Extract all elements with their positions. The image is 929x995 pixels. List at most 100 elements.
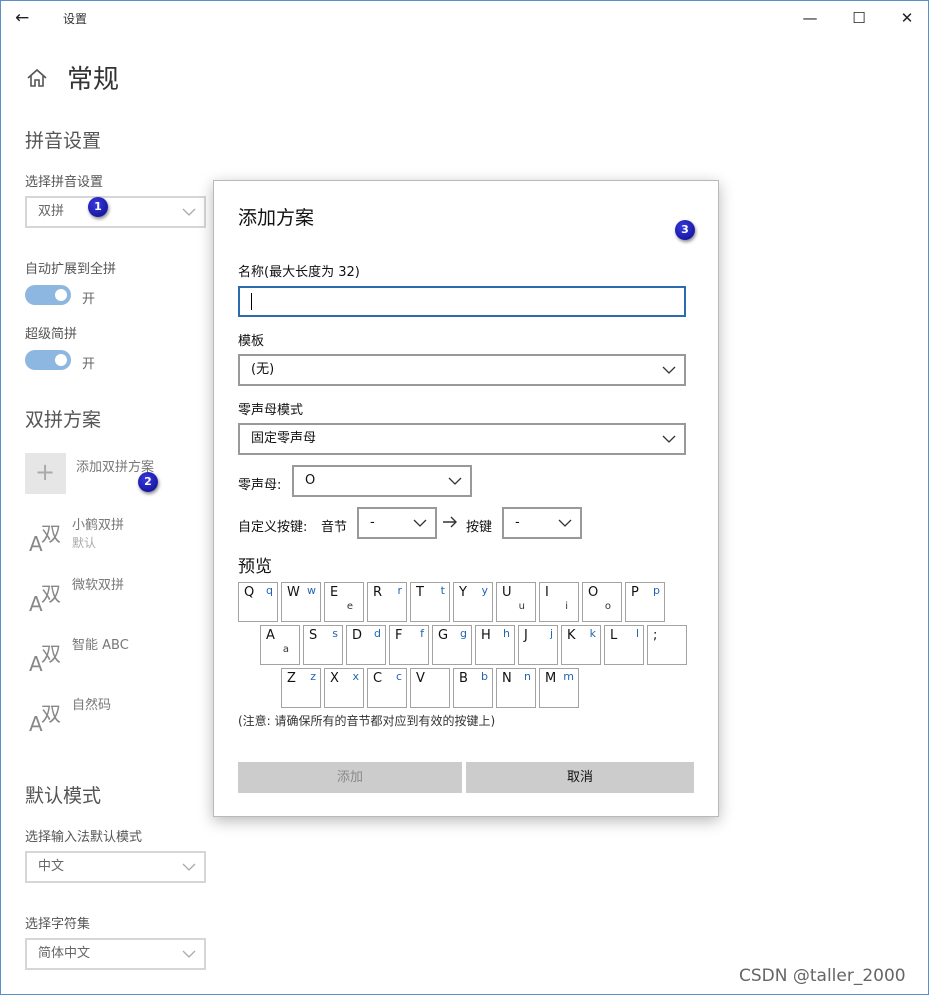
pinyin-settings-heading: 拼音设置 — [25, 130, 102, 152]
key-cap: Kk — [561, 625, 601, 665]
chevron-down-icon — [448, 477, 462, 485]
key-letter: F — [395, 628, 403, 643]
chevron-down-icon — [182, 863, 196, 871]
auto-expand-toggle[interactable] — [25, 285, 71, 305]
charset-value: 简体中文 — [38, 946, 91, 961]
home-icon[interactable] — [25, 66, 49, 90]
charset-select[interactable]: 简体中文 — [25, 938, 206, 970]
scheme-item-abc[interactable]: A 双 智能 ABC — [25, 634, 205, 684]
key-letter: G — [438, 628, 449, 643]
scheme-name-input[interactable] — [238, 286, 686, 317]
chevron-down-icon — [558, 519, 572, 527]
plus-icon: + — [35, 458, 56, 486]
scheme-name: 小鹤双拼 — [72, 518, 125, 533]
minimize-button[interactable]: — — [795, 6, 825, 30]
step-badge-1: 1 — [88, 197, 108, 217]
template-value: (无) — [251, 362, 275, 377]
key-letter: R — [373, 585, 383, 600]
scheme-name: 微软双拼 — [72, 578, 125, 593]
settings-window: ← 设置 — ☐ ✕ 常规 拼音设置 选择拼音设置 双拼 1 自动扩展到全拼 开… — [0, 0, 929, 995]
scheme-default-tag: 默认 — [72, 536, 97, 550]
watermark: CSDN @taller_2000 — [739, 966, 906, 986]
scheme-name: 自然码 — [72, 698, 112, 713]
key-mapping: g — [460, 627, 467, 640]
key-label: 按键 — [466, 520, 493, 535]
default-mode-select[interactable]: 中文 — [25, 851, 206, 883]
font-icon-char: 双 — [41, 702, 61, 726]
key-mapping: y — [481, 584, 488, 597]
page-title-row: 常规 — [25, 59, 119, 96]
key-vowel: o — [604, 601, 611, 612]
add-scheme-label[interactable]: 添加双拼方案 — [76, 456, 154, 475]
key-mapping: s — [332, 627, 338, 640]
super-abbr-toggle[interactable] — [25, 350, 71, 370]
key-letter: W — [287, 585, 300, 600]
key-cap: Ll — [604, 625, 644, 665]
key-mapping: c — [395, 670, 402, 683]
toggle-knob — [55, 354, 67, 366]
font-icon: A 双 — [29, 578, 63, 616]
maximize-button[interactable]: ☐ — [844, 6, 874, 30]
scheme-item-microsoft[interactable]: A 双 微软双拼 — [25, 574, 205, 624]
zero-mode-select[interactable]: 固定零声母 — [238, 423, 686, 455]
chevron-down-icon — [182, 208, 196, 216]
key-cap: Rr — [367, 582, 407, 622]
auto-expand-state: 开 — [82, 292, 96, 307]
name-label: 名称(最大长度为 32) — [238, 265, 360, 280]
key-letter: V — [416, 671, 425, 686]
key-cap: Pp — [625, 582, 665, 622]
key-letter: Q — [244, 585, 255, 600]
template-select[interactable]: (无) — [238, 354, 686, 386]
key-mapping: w — [307, 584, 316, 597]
auto-expand-label: 自动扩展到全拼 — [25, 262, 117, 277]
key-cap: ; — [647, 625, 687, 665]
key-vowel: e — [346, 601, 353, 612]
font-icon-char: 双 — [41, 582, 61, 606]
pinyin-mode-select[interactable]: 双拼 — [25, 196, 206, 228]
key-letter: X — [330, 671, 339, 686]
key-cap: Zz — [281, 668, 321, 708]
pinyin-mode-value: 双拼 — [38, 204, 65, 219]
key-mapping: n — [524, 670, 531, 683]
default-mode-label: 选择输入法默认模式 — [25, 830, 143, 845]
key-cap: Ww — [281, 582, 321, 622]
key-cap: Aa — [260, 625, 300, 665]
zero-mode-value: 固定零声母 — [251, 431, 317, 446]
key-cap: Ii — [539, 582, 579, 622]
key-cap: Ss — [303, 625, 343, 665]
add-button[interactable]: 添加 — [238, 762, 462, 793]
key-mapping: h — [503, 627, 510, 640]
cancel-button[interactable]: 取消 — [466, 762, 694, 793]
key-select[interactable]: - — [502, 507, 582, 539]
key-mapping: m — [563, 670, 574, 683]
step-badge-3: 3 — [675, 220, 695, 240]
close-button[interactable]: ✕ — [892, 6, 922, 30]
syllable-value: - — [370, 515, 375, 530]
scheme-item-ziranma[interactable]: A 双 自然码 — [25, 694, 205, 744]
key-cap: Ff — [389, 625, 429, 665]
syllable-label: 音节 — [321, 520, 348, 535]
zero-initial-value: O — [305, 473, 316, 488]
key-cap: Jj — [518, 625, 558, 665]
template-label: 模板 — [238, 334, 265, 349]
zero-mode-label: 零声母模式 — [238, 403, 304, 418]
title-bar: ← 设置 — ☐ ✕ — [1, 1, 928, 35]
zero-initial-select[interactable]: O — [292, 465, 472, 497]
key-cap: Dd — [346, 625, 386, 665]
dialog-title: 添加方案 — [238, 207, 315, 229]
key-letter: D — [352, 628, 363, 643]
key-cap: Cc — [367, 668, 407, 708]
key-cap: Mm — [539, 668, 579, 708]
key-mapping: k — [589, 627, 596, 640]
add-scheme-button[interactable]: + — [25, 453, 66, 494]
mapping-note: (注意: 请确保所有的音节都对应到有效的按键上) — [238, 714, 496, 728]
scheme-item-xiaohe[interactable]: A 双 小鹤双拼 默认 — [25, 514, 205, 564]
shuangpin-schemes-heading: 双拼方案 — [25, 409, 102, 431]
page-title: 常规 — [67, 65, 120, 95]
back-button[interactable]: ← — [15, 8, 37, 28]
key-letter: U — [502, 585, 512, 600]
syllable-select[interactable]: - — [357, 507, 437, 539]
key-vowel: a — [282, 644, 289, 655]
key-mapping: b — [481, 670, 488, 683]
key-mapping: q — [266, 584, 273, 597]
